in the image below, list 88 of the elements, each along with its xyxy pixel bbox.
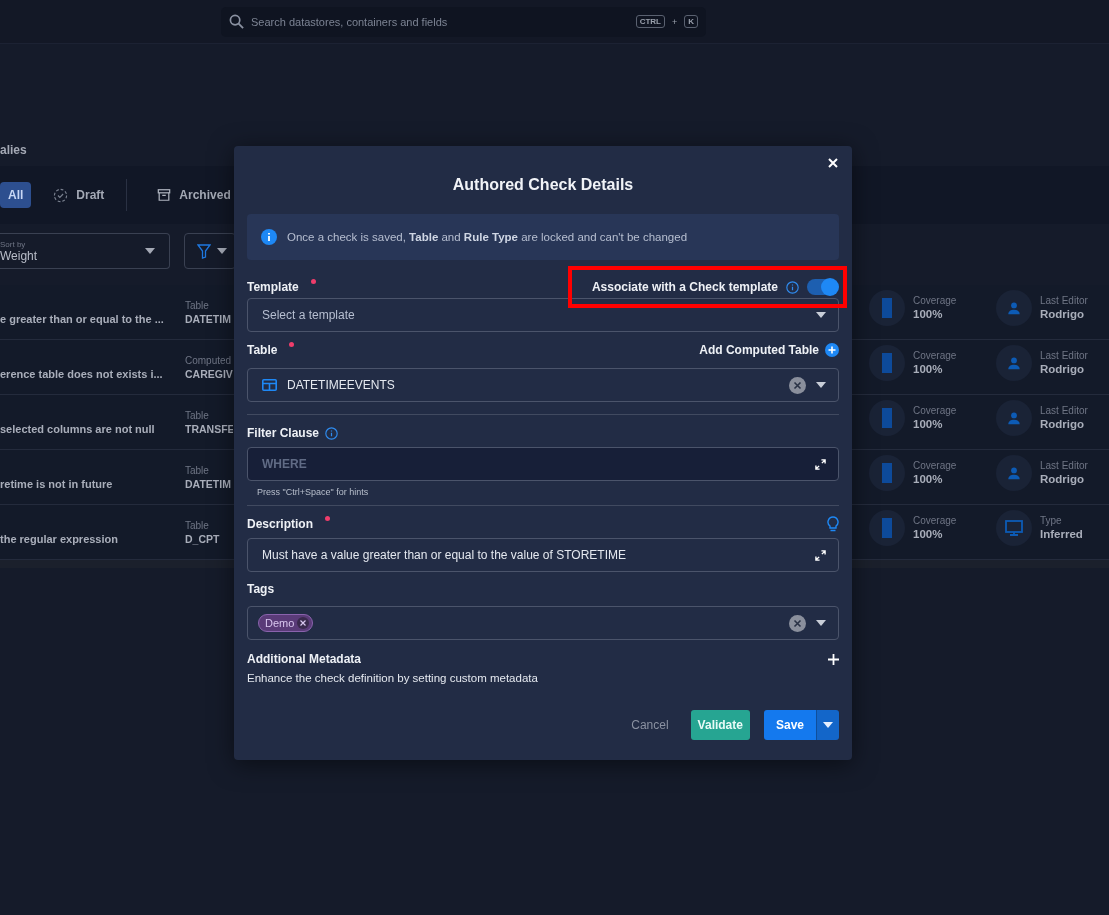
caret-icon	[816, 620, 826, 626]
sort-dropdown[interactable]: Sort by Weight	[0, 233, 170, 269]
check-description: the regular expression	[0, 533, 118, 545]
hint-text: Press "Ctrl+Space" for hints	[256, 486, 370, 497]
table-name: DATETIM	[185, 312, 232, 325]
dialog-title: Authored Check Details	[452, 175, 634, 195]
check-description: erence table does not exists i...	[0, 368, 163, 380]
expand-icon[interactable]	[815, 458, 826, 470]
table-select[interactable]: DATETIMEEVENTS	[247, 368, 839, 402]
status-tab[interactable]: All	[0, 182, 32, 208]
coverage-value: 100%	[913, 528, 944, 540]
clear-icon[interactable]	[789, 376, 806, 394]
caret-icon	[816, 312, 826, 318]
coverage-label: Coverage	[913, 295, 958, 306]
plus-circle-icon[interactable]	[825, 343, 839, 357]
add-computed-table-link[interactable]: Add Computed Table	[699, 343, 819, 357]
clear-icon[interactable]	[789, 614, 806, 632]
status-tab[interactable]: Draft	[45, 182, 113, 208]
table-name: D_CPT	[185, 532, 221, 545]
search-field[interactable]: Search datastores, containers and fields CTRL + K	[221, 6, 706, 37]
toggle-label: Associate with a Check template	[591, 280, 778, 294]
meta-label: Last Editor	[1040, 460, 1088, 471]
funnel-icon	[197, 243, 211, 259]
tag-chip: Demo	[258, 614, 314, 632]
coverage-value: 100%	[913, 473, 944, 485]
table-label: Table	[185, 409, 210, 421]
section-description: Enhance the check definition by setting custom metadata	[247, 671, 539, 684]
meta-value: Rodrigo	[1040, 418, 1086, 430]
meta-label: Last Editor	[1040, 405, 1088, 416]
save-button[interactable]: Save	[763, 710, 816, 740]
toggle-switch[interactable]	[807, 279, 837, 295]
info-icon	[325, 426, 339, 440]
table-label: Computed	[185, 354, 233, 366]
meta-value: Inferred	[1040, 528, 1083, 540]
keyboard-key: CTRL	[635, 15, 665, 28]
check-description: e greater than or equal to the ...	[0, 313, 164, 325]
expand-icon[interactable]	[815, 549, 826, 561]
caret-icon	[816, 382, 826, 388]
field-label: Template	[247, 280, 299, 294]
caret-icon	[823, 722, 833, 728]
coverage-label: Coverage	[913, 350, 958, 361]
section-title: Additional Metadata	[247, 652, 361, 666]
info-icon	[786, 280, 799, 294]
status-tab[interactable]: Archived	[149, 182, 239, 208]
close-icon[interactable]	[826, 156, 840, 170]
search-icon	[229, 14, 244, 29]
field-label: Description	[247, 517, 313, 531]
field-label: Filter Clause	[247, 426, 320, 440]
check-description: retime is not in future	[0, 478, 113, 490]
notice-text: Once a check is saved, Table and Rule Type are locked and can't be changed	[287, 231, 688, 243]
tags-select[interactable]: Demo	[247, 606, 839, 640]
meta-value: Rodrigo	[1040, 308, 1086, 320]
field-label: Table	[247, 343, 278, 357]
template-select[interactable]: Select a template	[247, 298, 839, 332]
table-name: DATETIM	[185, 477, 232, 490]
meta-label: Type	[1040, 515, 1063, 526]
meta-label: Last Editor	[1040, 295, 1088, 306]
table-icon	[262, 379, 277, 391]
table-label: Table	[185, 519, 210, 531]
coverage-value: 100%	[913, 418, 944, 430]
search-placeholder: Search datastores, containers and fields	[251, 15, 449, 28]
plus-icon[interactable]	[828, 653, 839, 665]
plus-sign: +	[671, 16, 678, 27]
info-icon	[261, 229, 277, 245]
lightbulb-icon[interactable]	[827, 516, 839, 532]
keyboard-key: K	[684, 15, 698, 28]
coverage-value: 100%	[913, 363, 944, 375]
field-label: Tags	[247, 582, 275, 596]
check-description: selected columns are not null	[0, 423, 155, 435]
meta-value: Rodrigo	[1040, 363, 1086, 375]
remove-tag-icon[interactable]	[297, 617, 310, 629]
description-input[interactable]: Must have a value greater than or equal to the value of STORETIME	[247, 538, 839, 572]
archive-box-icon	[157, 188, 172, 202]
meta-value: Rodrigo	[1040, 473, 1086, 485]
page-heading: alies	[0, 142, 27, 159]
save-options-button[interactable]	[816, 710, 839, 740]
dashed-check-circle-icon	[53, 187, 69, 203]
table-label: Table	[185, 299, 210, 311]
cancel-button[interactable]: Cancel	[623, 712, 677, 738]
coverage-label: Coverage	[913, 515, 958, 526]
coverage-value: 100%	[913, 308, 944, 320]
caret-icon	[217, 248, 227, 254]
table-label: Table	[185, 464, 210, 476]
meta-label: Last Editor	[1040, 350, 1088, 361]
coverage-label: Coverage	[913, 460, 958, 471]
table-name: CAREGIV	[185, 367, 233, 380]
coverage-label: Coverage	[913, 405, 958, 416]
caret-icon	[145, 248, 155, 254]
